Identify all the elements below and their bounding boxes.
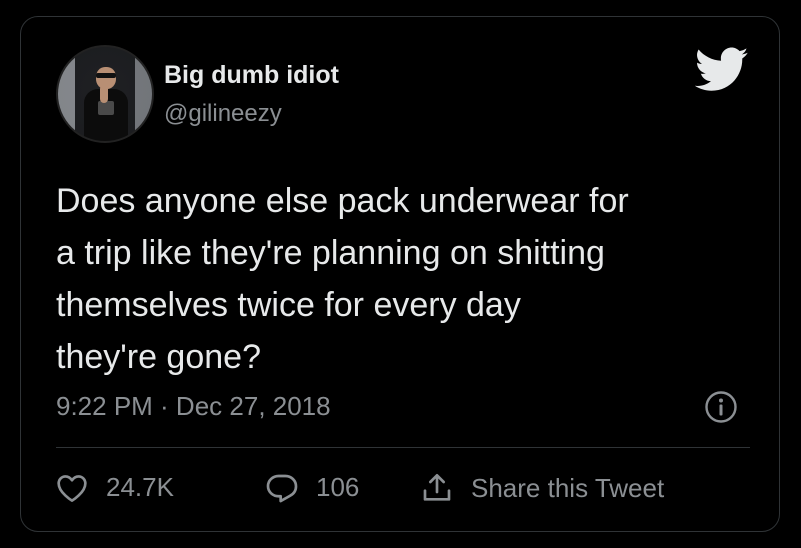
- info-icon[interactable]: [704, 390, 738, 424]
- share-icon: [423, 474, 451, 501]
- author-display-name[interactable]: Big dumb idiot: [164, 61, 339, 90]
- heart-icon: [57, 474, 87, 502]
- twitter-bird-icon: [695, 47, 749, 91]
- tweet-text: Does anyone else pack underwear for a tr…: [56, 182, 629, 376]
- author-handle[interactable]: @gilineezy: [164, 100, 282, 128]
- like-count: 24.7K: [106, 472, 174, 502]
- tweet-actions: 24.7K 106 Share this Tweet: [56, 472, 756, 512]
- divider: [56, 447, 750, 448]
- like-button[interactable]: 24.7K: [56, 472, 174, 503]
- reply-button[interactable]: 106: [266, 472, 359, 503]
- tweet-timestamp[interactable]: 9:22 PM · Dec 27, 2018: [56, 391, 331, 422]
- share-label: Share this Tweet: [471, 472, 665, 503]
- avatar[interactable]: [56, 45, 154, 143]
- comment-icon: [266, 474, 298, 502]
- share-button[interactable]: Share this Tweet: [421, 472, 664, 504]
- reply-count: 106: [316, 472, 360, 502]
- tweet-card: Big dumb idiot @gilineezy Does anyone el…: [20, 16, 780, 532]
